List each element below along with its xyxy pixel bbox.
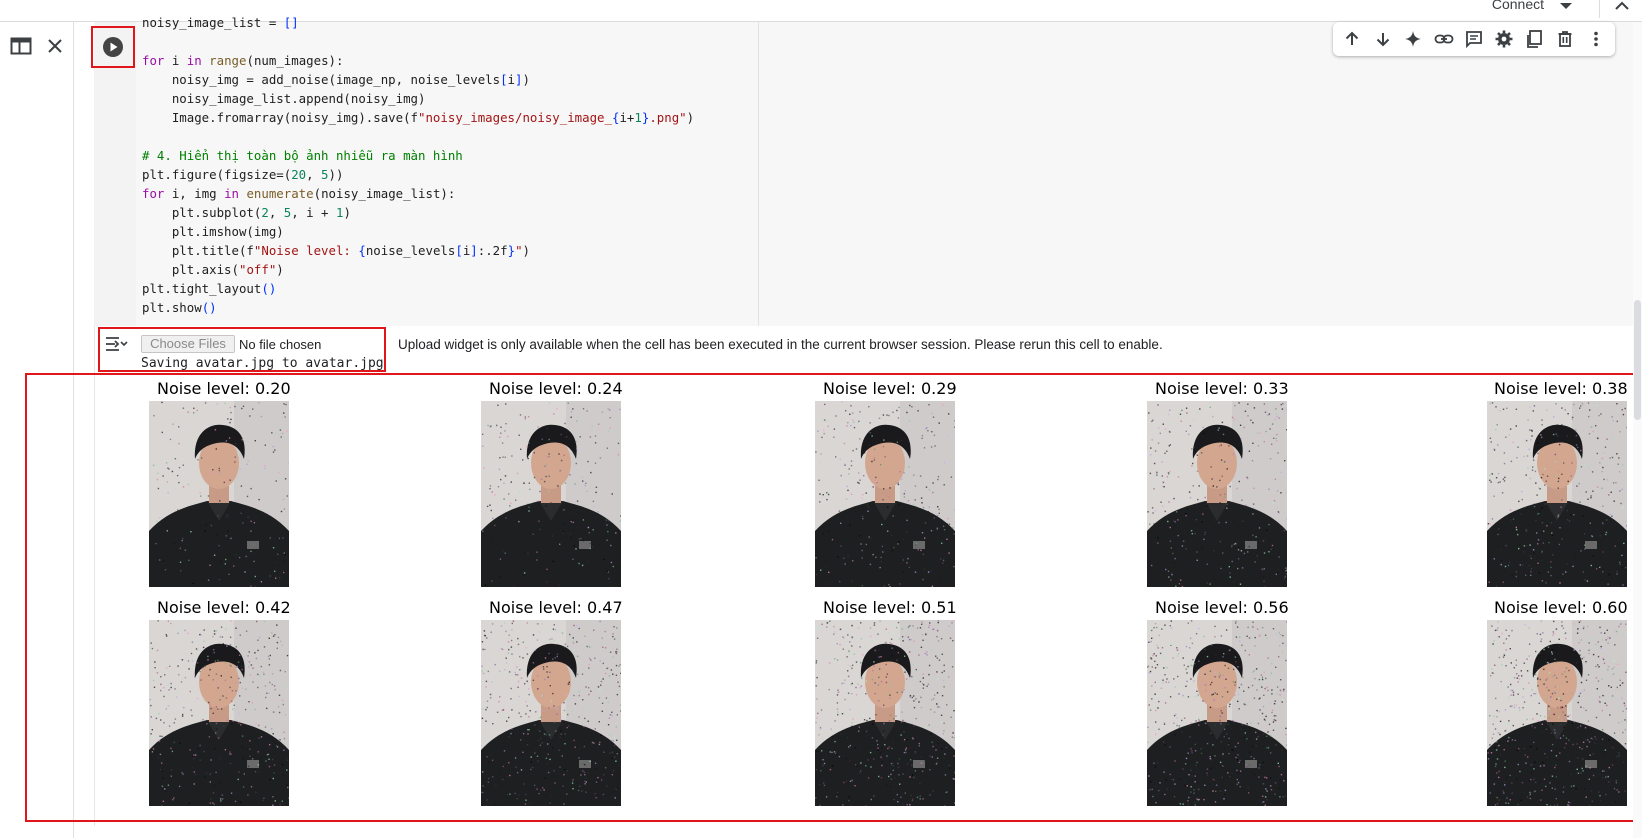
mirror-cell-button[interactable] (1522, 26, 1548, 52)
code-line[interactable]: for i, img in enumerate(noisy_image_list… (142, 184, 694, 203)
code-line[interactable]: noisy_img = add_noise(image_np, noise_le… (142, 70, 694, 89)
run-cell-button[interactable] (91, 26, 135, 68)
code-line[interactable]: for i in range(num_images): (142, 51, 694, 70)
noisy-avatar-image (815, 401, 955, 587)
move-cell-up-button[interactable] (1339, 26, 1365, 52)
noisy-avatar-image (481, 401, 621, 587)
move-cell-down-button[interactable] (1370, 26, 1396, 52)
upload-unavailable-message: Upload widget is only available when the… (398, 337, 1163, 352)
noise-level-title: Noise level: 0.56 (1155, 598, 1289, 617)
code-line[interactable]: plt.figure(figsize=(20, 5)) (142, 165, 694, 184)
comment-icon (1466, 31, 1482, 49)
toolbar-divider (1599, 0, 1600, 18)
noise-level-title: Noise level: 0.47 (489, 598, 623, 617)
open-in-tab-icon[interactable] (10, 36, 32, 56)
cell-toolbar (1333, 22, 1615, 56)
close-icon[interactable] (46, 37, 64, 55)
noise-level-title: Noise level: 0.42 (157, 598, 291, 617)
arrow-down-icon (1376, 33, 1389, 47)
saving-output-text: Saving avatar.jpg to avatar.jpg (141, 356, 384, 371)
code-line[interactable]: Image.fromarray(noisy_img).save(f"noisy_… (142, 108, 694, 127)
noise-level-title: Noise level: 0.29 (823, 379, 957, 398)
noisy-avatar-image (1487, 401, 1627, 587)
code-line[interactable]: plt.show() (142, 298, 694, 317)
gear-icon (1495, 30, 1513, 48)
code-line[interactable]: # 4. Hiển thị toàn bộ ảnh nhiễu ra màn h… (142, 146, 694, 165)
code-line[interactable]: noisy_image_list = [] (142, 13, 694, 32)
noise-level-title: Noise level: 0.20 (157, 379, 291, 398)
code-text[interactable]: noisy_image_list = [] for i in range(num… (142, 13, 694, 317)
code-line[interactable] (142, 127, 694, 146)
more-vert-icon (1593, 31, 1598, 47)
code-line[interactable] (142, 32, 694, 51)
more-actions-button[interactable] (1583, 26, 1609, 52)
noise-level-title: Noise level: 0.24 (489, 379, 623, 398)
connect-button[interactable]: Connect (1492, 0, 1544, 12)
trash-icon (1558, 31, 1572, 47)
code-editor-extension (759, 22, 1642, 326)
code-line[interactable]: noisy_image_list.append(noisy_img) (142, 89, 694, 108)
sparkle-icon (1405, 31, 1422, 47)
copy-link-button[interactable] (1431, 26, 1457, 52)
gemini-button[interactable] (1400, 26, 1426, 52)
scrollbar-track[interactable] (1633, 22, 1642, 838)
chevron-up-icon[interactable] (1612, 0, 1632, 14)
choose-files-button[interactable]: Choose Files (141, 335, 235, 353)
noise-level-title: Noise level: 0.60 (1494, 598, 1628, 617)
noisy-avatar-image (481, 620, 621, 806)
code-line[interactable]: plt.title(f"Noise level: {noise_levels[i… (142, 241, 694, 260)
noise-level-title: Noise level: 0.51 (823, 598, 957, 617)
noisy-avatar-image (1147, 401, 1287, 587)
noisy-avatar-image (1487, 620, 1627, 806)
noisy-avatar-image (1147, 620, 1287, 806)
code-line[interactable]: plt.axis("off") (142, 260, 694, 279)
code-line[interactable]: plt.tight_layout() (142, 279, 694, 298)
noise-level-title: Noise level: 0.38 (1494, 379, 1628, 398)
colab-window: Connect noisy_image_list = [] for i in r… (0, 0, 1642, 838)
mirror-cell-icon (1526, 30, 1542, 48)
arrow-up-icon (1346, 31, 1359, 45)
chevron-down-icon[interactable] (1554, 0, 1578, 14)
play-icon (103, 37, 123, 57)
scrollbar-thumb[interactable] (1634, 300, 1641, 420)
code-line[interactable]: plt.subplot(2, 5, i + 1) (142, 203, 694, 222)
noise-level-title: Noise level: 0.33 (1155, 379, 1289, 398)
add-comment-button[interactable] (1461, 26, 1487, 52)
noisy-avatar-image (815, 620, 955, 806)
noisy-avatar-image (149, 401, 289, 587)
file-status-label: No file chosen (239, 337, 322, 352)
cell-settings-button[interactable] (1491, 26, 1517, 52)
link-icon (1434, 34, 1453, 44)
delete-cell-button[interactable] (1552, 26, 1578, 52)
noisy-avatar-image (149, 620, 289, 806)
code-line[interactable]: plt.imshow(img) (142, 222, 694, 241)
